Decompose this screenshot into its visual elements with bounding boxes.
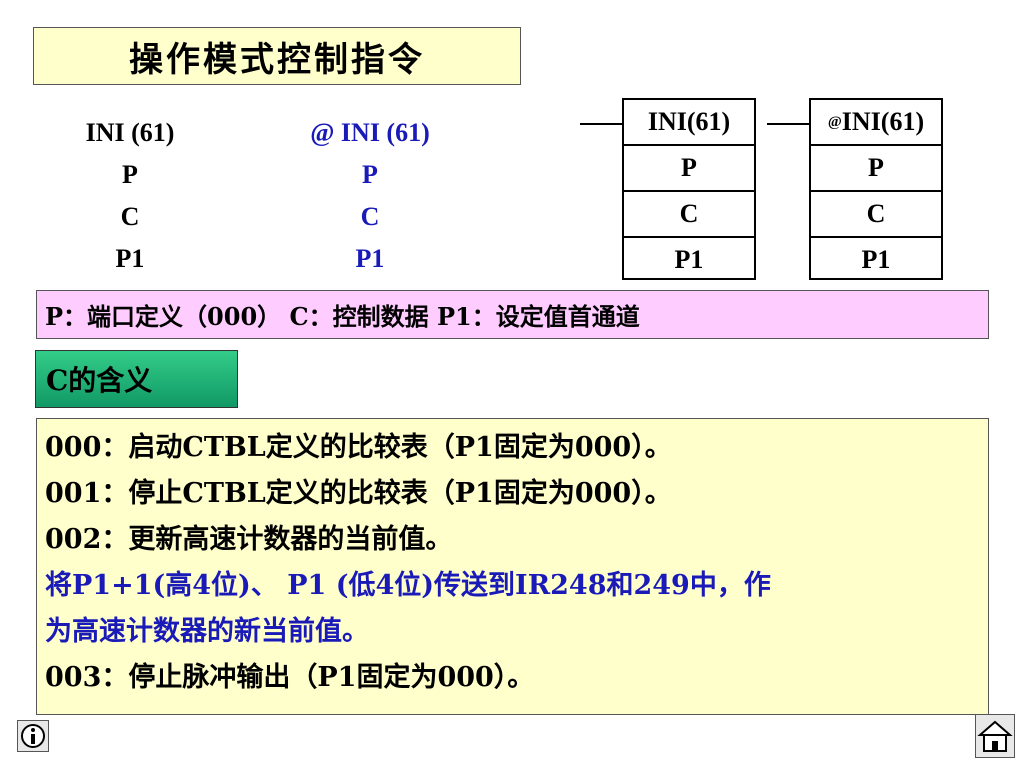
- c-meaning-label: C的含义: [35, 350, 238, 408]
- statement-p1: P1: [115, 244, 145, 273]
- ladder-header: @ INI(61): [811, 100, 941, 146]
- statement-at: @ INI (61) P C P1: [270, 118, 470, 286]
- ladder-c: C: [624, 192, 754, 238]
- meaning-line: 000：启动CTBL定义的比较表（P1固定为000）。: [45, 432, 672, 463]
- ladder-p: P: [811, 146, 941, 192]
- statement-p: P: [122, 160, 138, 189]
- statement-mnemonic: INI (61): [85, 118, 175, 147]
- meaning-line: 001：停止CTBL定义的比较表（P1固定为000）。: [45, 478, 672, 509]
- meaning-line: 002：更新高速计数器的当前值。: [45, 524, 453, 555]
- meaning-line: 将P1+1(高4位)、 P1 (低4位)传送到IR248和249中，作: [45, 570, 771, 601]
- meaning-line: 003：停止脉冲输出（P1固定为000）。: [45, 662, 535, 693]
- home-button[interactable]: [975, 714, 1015, 758]
- ladder-line: [767, 123, 810, 125]
- meaning-line: 为高速计数器的新当前值。: [45, 616, 369, 647]
- ladder-header-text: INI(61): [841, 107, 925, 136]
- statement-p: P: [362, 160, 378, 189]
- info-button[interactable]: [17, 720, 49, 752]
- ladder-p: P: [624, 146, 754, 192]
- page-title: 操作模式控制指令: [33, 27, 521, 85]
- statement-c: C: [120, 202, 140, 231]
- ladder-line: [580, 123, 623, 125]
- ladder-box-ini: INI(61) P C P1: [622, 98, 756, 280]
- operand-definition: P：端口定义（000） C：控制数据 P1：设定值首通道: [36, 290, 989, 339]
- ladder-p1: P1: [861, 245, 891, 274]
- ladder-c: C: [811, 192, 941, 238]
- home-icon: [977, 720, 1013, 752]
- meaning-list: 000：启动CTBL定义的比较表（P1固定为000）。 001：停止CTBL定义…: [36, 418, 989, 715]
- statement-mnemonic: @ INI (61): [310, 118, 430, 147]
- info-icon: [21, 724, 45, 748]
- ladder-header: INI(61): [624, 100, 754, 146]
- statement-plain: INI (61) P C P1: [60, 118, 200, 286]
- statement-p1: P1: [355, 244, 385, 273]
- ladder-box-at-ini: @ INI(61) P C P1: [809, 98, 943, 280]
- ladder-at-prefix: @: [827, 114, 842, 130]
- statement-c: C: [360, 202, 380, 231]
- ladder-p1: P1: [674, 245, 704, 274]
